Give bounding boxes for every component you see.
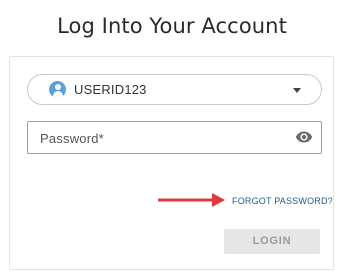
page-title: Log Into Your Account <box>57 14 287 38</box>
eye-icon[interactable] <box>295 130 313 144</box>
forgot-password-link[interactable]: FORGOT PASSWORD? <box>232 196 333 206</box>
user-icon <box>49 81 66 98</box>
login-card: USERID123 Password* FORGOT PASSWORD? LOG… <box>9 56 334 270</box>
login-page: Log Into Your Account USERID123 Password… <box>0 0 344 280</box>
password-placeholder: Password* <box>40 131 104 146</box>
user-id-select[interactable]: USERID123 <box>27 74 322 105</box>
login-button[interactable]: LOGIN <box>224 229 320 254</box>
annotation-arrow-icon <box>158 193 225 207</box>
caret-down-icon[interactable] <box>293 88 301 93</box>
password-field[interactable]: Password* <box>27 121 322 154</box>
user-id-value: USERID123 <box>74 82 147 97</box>
